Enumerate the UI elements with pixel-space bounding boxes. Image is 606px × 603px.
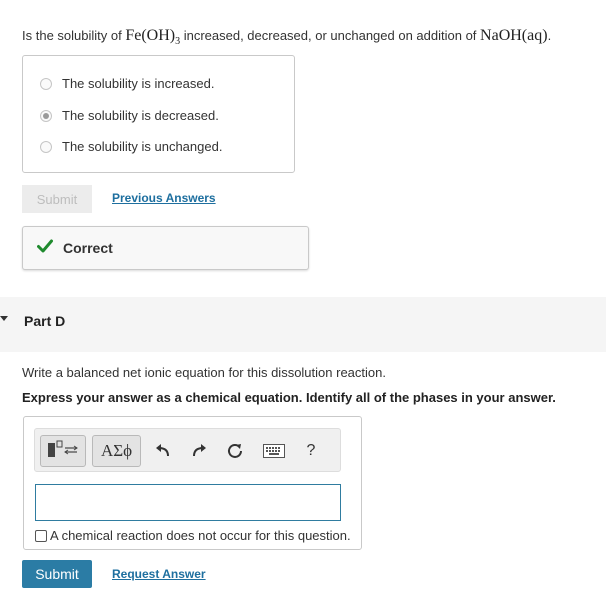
collapse-arrow-icon[interactable] (0, 316, 8, 321)
choice-unchanged[interactable]: The solubility is unchanged. (40, 139, 222, 154)
bold-instruction: Express your answer as a chemical equati… (22, 390, 556, 405)
instruction-text: Write a balanced net ionic equation for … (22, 365, 386, 380)
redo-icon[interactable] (189, 441, 209, 461)
previous-answers-link[interactable]: Previous Answers (112, 191, 216, 205)
answer-choices: The solubility is increased. The solubil… (22, 55, 295, 173)
choice-decreased[interactable]: The solubility is decreased. (40, 108, 219, 123)
question-suffix: . (547, 28, 552, 43)
question-text: Is the solubility of Fe(OH)3 increased, … (22, 27, 551, 47)
reset-icon[interactable] (225, 441, 245, 461)
template-button[interactable] (40, 435, 86, 467)
choice-label: The solubility is decreased. (62, 108, 219, 123)
equation-toolbar: ΑΣϕ ? (34, 428, 341, 472)
radio-button-selected[interactable] (40, 109, 52, 122)
feedback-text: Correct (63, 240, 113, 256)
submit-button[interactable]: Submit (22, 560, 92, 588)
choice-label: The solubility is increased. (62, 76, 215, 91)
submit-button-disabled: Submit (22, 185, 92, 213)
answer-input[interactable] (35, 484, 341, 521)
formula-naoh: NaOH(aq) (480, 27, 548, 44)
feedback-box: Correct (22, 226, 309, 270)
question-prefix: Is the solubility of (22, 28, 126, 43)
formula-fe-oh: Fe(OH)3 (125, 27, 180, 47)
checkmark-icon (37, 239, 53, 258)
radio-button[interactable] (40, 77, 52, 90)
part-d-header[interactable]: Part D (0, 297, 606, 352)
request-answer-link[interactable]: Request Answer (112, 567, 206, 581)
greek-label: ΑΣϕ (100, 441, 133, 460)
question-middle: increased, decreased, or unchanged on ad… (180, 28, 481, 43)
choice-increased[interactable]: The solubility is increased. (40, 76, 214, 91)
undo-icon[interactable] (153, 441, 173, 461)
greek-symbols-button[interactable]: ΑΣϕ (92, 435, 141, 467)
radio-button[interactable] (40, 140, 52, 153)
formula-main: Fe(OH) (125, 27, 176, 44)
keyboard-icon[interactable] (263, 443, 285, 459)
template-icon (45, 438, 81, 465)
no-reaction-checkbox[interactable] (35, 529, 47, 542)
help-icon[interactable]: ? (301, 441, 321, 461)
answer-panel: ΑΣϕ ? A chemical reaction does not occur… (23, 416, 362, 550)
no-reaction-label: A chemical reaction does not occur for t… (50, 528, 351, 543)
choice-label: The solubility is unchanged. (62, 139, 223, 154)
part-title: Part D (24, 313, 66, 329)
no-reaction-option[interactable]: A chemical reaction does not occur for t… (35, 528, 351, 543)
